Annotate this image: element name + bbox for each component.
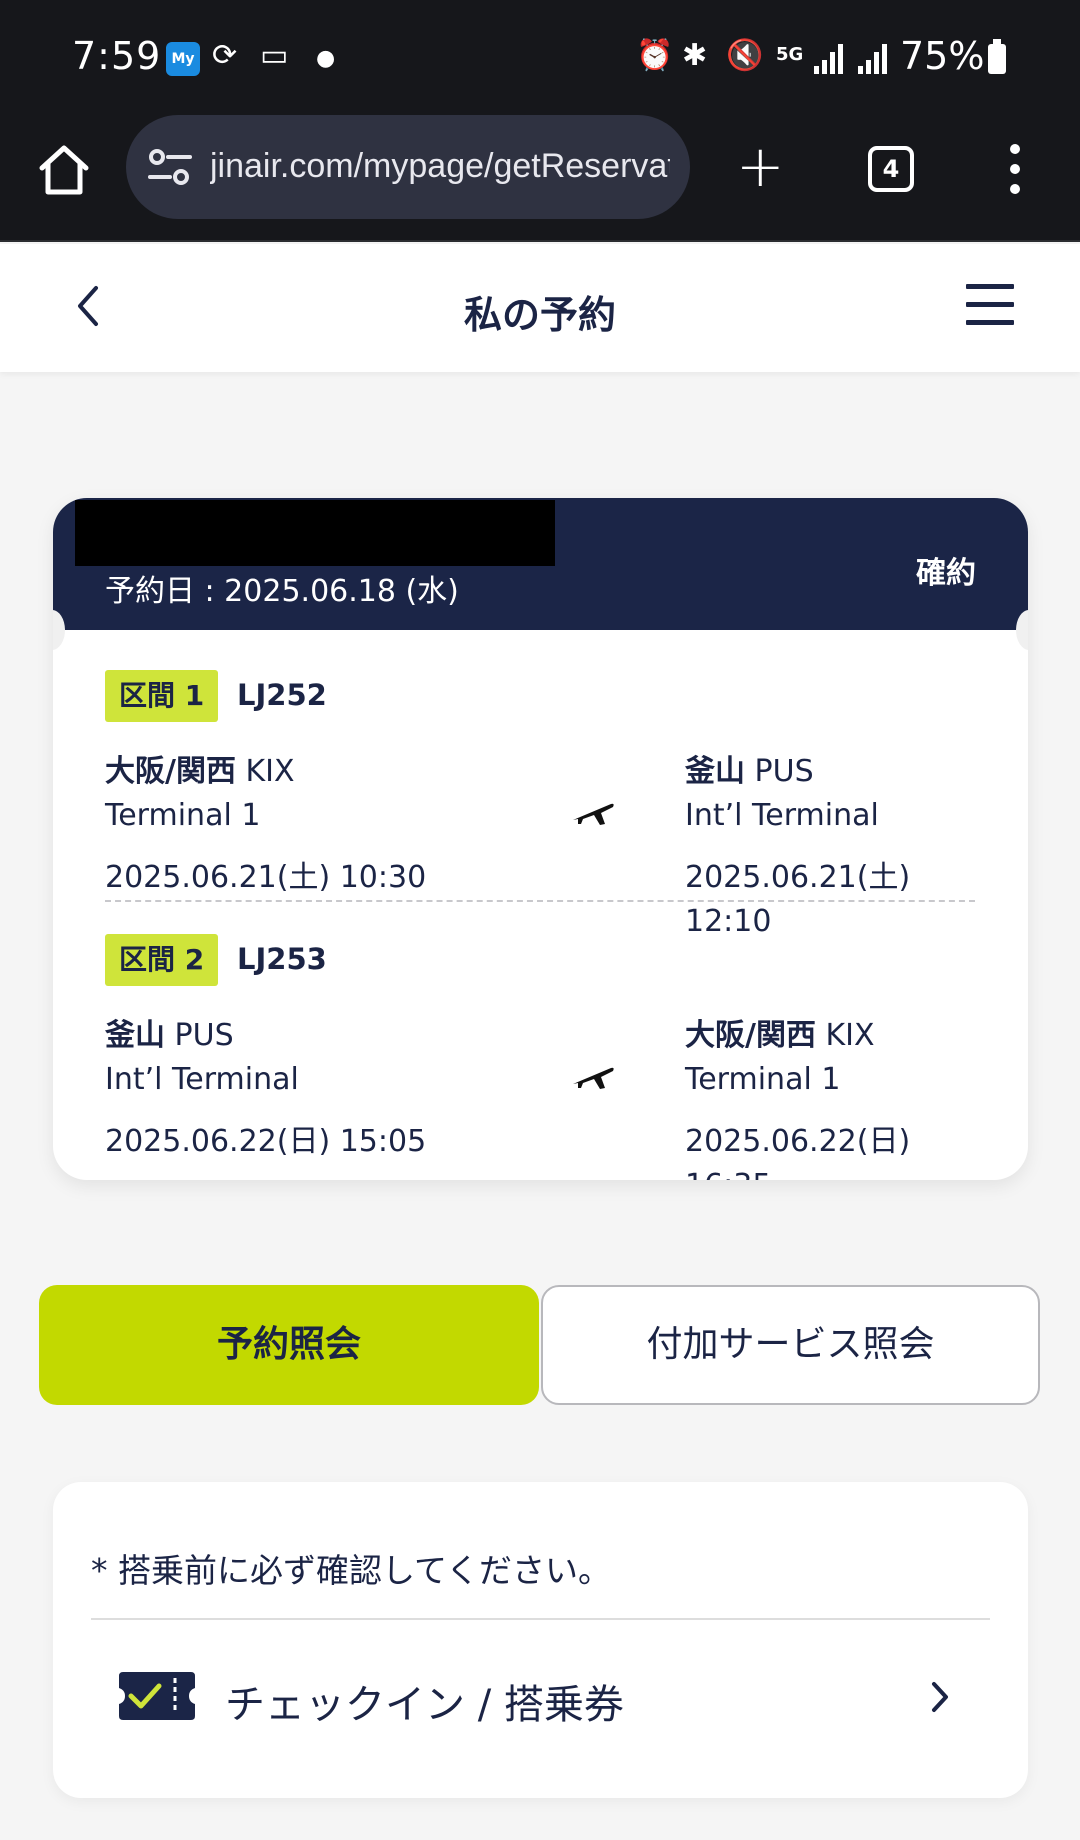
arrival-code: PUS: [745, 754, 814, 789]
redacted-booking-number: [75, 500, 555, 566]
tab-switcher-button[interactable]: 4: [868, 146, 914, 192]
flight-number: LJ252: [237, 678, 327, 712]
departure-datetime: 2025.06.22(日) 15:05: [105, 1124, 427, 1159]
arrival-terminal: Int’l Terminal: [685, 798, 879, 833]
status-bar: 7:59 My ⟳ ▭ ● ⏰ ✱ 🔇 5G 75%: [0, 0, 1080, 112]
bluetooth-icon: ✱: [682, 38, 708, 73]
site-settings-icon[interactable]: [148, 147, 192, 187]
arrival-datetime: 2025.06.22(日) 16:35: [685, 1124, 911, 1180]
reservation-card-header: 予約日 : 2025.06.18 (水) 確約: [53, 498, 1028, 630]
arrival-info: 釜山 PUS Int’l Terminal 2025.06.21(土) 12:1…: [685, 750, 985, 944]
departure-city: 釜山: [105, 1018, 165, 1053]
booking-date: 予約日 : 2025.06.18 (水): [105, 574, 459, 609]
reservation-card[interactable]: 予約日 : 2025.06.18 (水) 確約 区間 1 LJ252 大阪/関西…: [53, 498, 1028, 1180]
new-tab-icon[interactable]: +: [736, 137, 785, 195]
arrival-info: 大阪/関西 KIX Terminal 1 2025.06.22(日) 16:35: [685, 1014, 985, 1180]
page-title: 私の予約: [463, 293, 616, 337]
airplane-icon: [573, 803, 614, 825]
tab-ancillary-service-inquiry[interactable]: 付加サービス照会: [541, 1285, 1040, 1405]
departure-terminal: Int’l Terminal: [105, 1062, 299, 1097]
departure-code: PUS: [165, 1018, 234, 1053]
flight-segment: 区間 1 LJ252 大阪/関西 KIX Terminal 1 2025.06.…: [105, 670, 985, 939]
app-header: 私の予約: [0, 244, 1080, 372]
flight-number: LJ253: [237, 942, 327, 976]
checkin-label: チェックイン / 搭乗券: [225, 1682, 624, 1728]
chevron-right-icon: [932, 1682, 948, 1712]
status-time: 7:59: [72, 34, 162, 78]
status-badge: 確約: [916, 556, 976, 591]
flight-segment: 区間 2 LJ253 釜山 PUS Int’l Terminal 2025.06…: [105, 934, 985, 1180]
divider: [91, 1618, 990, 1620]
arrival-terminal: Terminal 1: [685, 1062, 841, 1097]
sync-icon: ⟳: [212, 38, 238, 73]
my-app-icon: My: [166, 42, 200, 76]
departure-datetime: 2025.06.21(土) 10:30: [105, 860, 427, 895]
departure-info: 釜山 PUS Int’l Terminal 2025.06.22(日) 15:0…: [105, 1014, 426, 1164]
segment-tag: 区間 1: [105, 670, 219, 722]
departure-city: 大阪/関西: [105, 754, 236, 789]
tab-reservation-inquiry[interactable]: 予約照会: [39, 1285, 539, 1405]
ticket-check-icon: [119, 1672, 195, 1720]
arrival-city: 釜山: [685, 754, 745, 789]
signal-icon: [858, 44, 888, 74]
departure-info: 大阪/関西 KIX Terminal 1 2025.06.21(土) 10:30: [105, 750, 426, 900]
departure-code: KIX: [235, 754, 295, 789]
notice-text: * 搭乗前に必ず確認してください。: [91, 1551, 612, 1590]
home-icon[interactable]: [36, 142, 92, 198]
notification-dot-icon: ●: [316, 46, 336, 71]
hamburger-menu-icon[interactable]: [966, 284, 1014, 328]
more-options-icon[interactable]: [1010, 144, 1022, 194]
alarm-icon: ⏰: [636, 38, 674, 73]
arrival-code: KIX: [815, 1018, 875, 1053]
departure-terminal: Terminal 1: [105, 798, 261, 833]
arrival-city: 大阪/関西: [685, 1018, 816, 1053]
checkin-boarding-pass-link[interactable]: チェックイン / 搭乗券: [117, 1656, 977, 1742]
address-bar[interactable]: jinair.com/mypage/getReservat: [126, 115, 690, 219]
browser-toolbar: jinair.com/mypage/getReservat + 4: [0, 112, 1080, 242]
network-type-icon: 5G: [776, 44, 804, 65]
battery-percent: 75%: [900, 34, 985, 78]
url-text[interactable]: jinair.com/mypage/getReservat: [210, 147, 670, 186]
airplane-icon: [573, 1067, 614, 1089]
wallet-icon: ▭: [260, 38, 289, 73]
mute-icon: 🔇: [726, 38, 764, 73]
battery-icon: [988, 39, 1006, 74]
segment-divider: [105, 900, 975, 902]
checkin-notice-card: * 搭乗前に必ず確認してください。 チェックイン / 搭乗券: [53, 1482, 1028, 1798]
segment-tag: 区間 2: [105, 934, 219, 986]
signal-icon: [814, 44, 844, 74]
